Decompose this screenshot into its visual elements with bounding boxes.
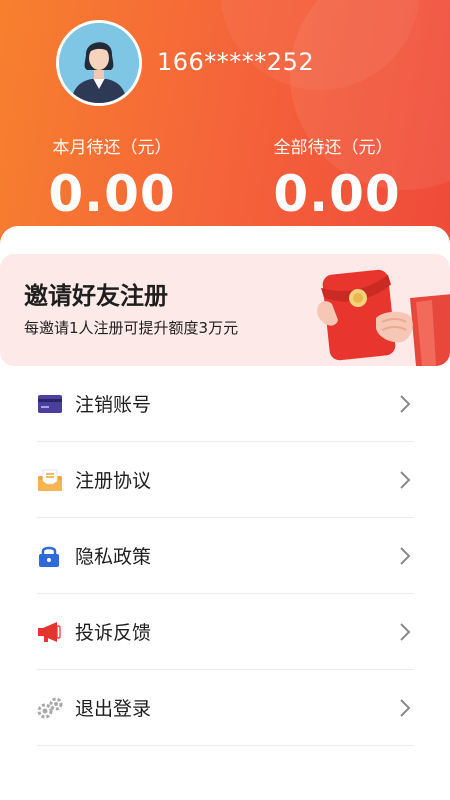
lock-icon [37, 543, 63, 569]
monthly-due-value: 0.00 [48, 165, 176, 223]
card-icon [37, 391, 63, 417]
total-due-label: 全部待还（元） [273, 138, 393, 158]
red-envelope-icon [317, 269, 450, 366]
total-due-value: 0.00 [273, 165, 401, 223]
profile-header: 166*****252 本月待还（元） 0.00 全部待还（元） 0.00 [0, 0, 450, 262]
invite-banner[interactable]: 邀请好友注册 每邀请1人注册可提升额度3万元 [0, 254, 450, 366]
menu-item-logout[interactable]: 退出登录 [37, 670, 414, 746]
monthly-due-label: 本月待还（元） [52, 138, 172, 158]
user-phone: 166*****252 [157, 48, 315, 76]
invite-subtitle: 每邀请1人注册可提升额度3万元 [24, 319, 239, 337]
menu-item-label: 隐私政策 [75, 546, 152, 568]
chevron-right-icon [400, 698, 411, 717]
menu-item-label: 注销账号 [75, 394, 152, 416]
menu-item-label: 投诉反馈 [75, 622, 152, 644]
menu-item-cancel-account[interactable]: 注销账号 [37, 366, 414, 442]
avatar-person-icon [59, 23, 139, 103]
menu-item-registration-agreement[interactable]: 注册协议 [37, 442, 414, 518]
menu-item-privacy-policy[interactable]: 隐私政策 [37, 518, 414, 594]
megaphone-icon [37, 619, 63, 645]
avatar[interactable] [56, 20, 142, 106]
envelope-icon [37, 467, 63, 493]
menu-item-label: 退出登录 [75, 698, 152, 720]
chevron-right-icon [400, 622, 411, 641]
chevron-right-icon [400, 470, 411, 489]
menu-item-complaint-feedback[interactable]: 投诉反馈 [37, 594, 414, 670]
chevron-right-icon [400, 394, 411, 413]
gears-icon [37, 695, 63, 721]
menu-item-label: 注册协议 [75, 470, 152, 492]
chevron-right-icon [400, 546, 411, 565]
invite-title: 邀请好友注册 [24, 282, 168, 310]
